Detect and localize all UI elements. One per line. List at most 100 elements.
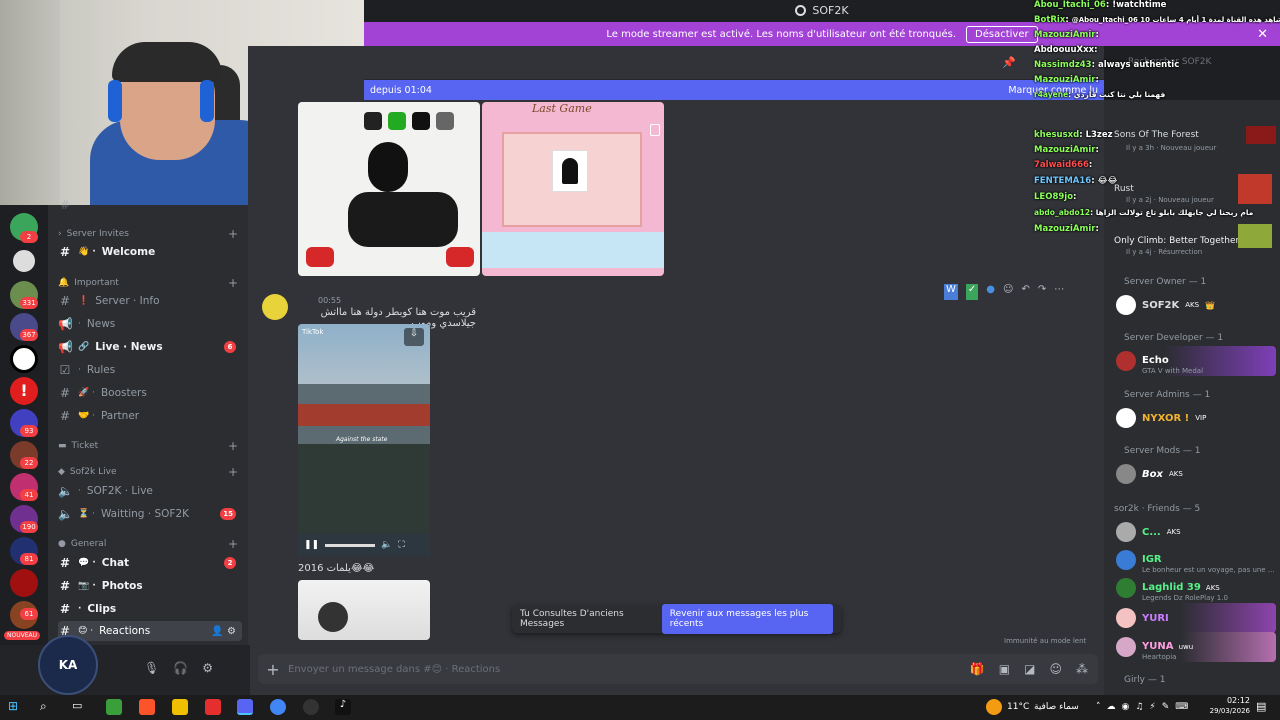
server-icon[interactable]: [10, 569, 38, 597]
voice-channel-sof2k-live[interactable]: 🔈 · SOF2K · Live: [58, 481, 242, 501]
member-item[interactable]: C... AKS: [1116, 517, 1276, 547]
clock-date[interactable]: 29/03/2026: [1196, 707, 1250, 715]
member-item[interactable]: Echo GTA V with Medal: [1116, 346, 1276, 376]
channel-photos[interactable]: # 📷 · Photos: [58, 576, 242, 596]
emoji-icon[interactable]: ☺: [1049, 662, 1062, 676]
category-server-invites[interactable]: › Server Invites +: [58, 227, 238, 241]
category-general[interactable]: ● General +: [58, 537, 238, 551]
add-reaction-icon[interactable]: ☺: [1003, 284, 1013, 300]
game-screenshot-image[interactable]: Last Game: [482, 102, 664, 276]
clock-time[interactable]: 02:12: [1212, 696, 1250, 705]
search-icon[interactable]: ⌕: [40, 699, 56, 715]
channel-server-info[interactable]: # ❗ Server · Info: [58, 291, 242, 311]
taskbar-app-icon[interactable]: [205, 699, 221, 715]
add-channel-icon[interactable]: +: [228, 439, 238, 453]
member-item[interactable]: YUNA uwu Heartopia: [1116, 632, 1276, 662]
avatar[interactable]: [262, 294, 288, 320]
disable-streamer-button[interactable]: Désactiver: [966, 25, 1038, 43]
new-messages-bar[interactable]: depuis 01:04 Marquer comme lu: [364, 80, 1104, 100]
channel-chat[interactable]: # 💬 · Chat 2: [58, 553, 242, 573]
message-input[interactable]: Envoyer un message dans #😊 · Reactions: [288, 664, 500, 675]
category-important[interactable]: 🔔 Important +: [58, 276, 238, 290]
gift-icon[interactable]: 🎁: [970, 662, 985, 676]
channel-rules[interactable]: ☑ · Rules: [58, 360, 242, 380]
member-item[interactable]: Laghlid 39 AKS Legends Dz RolePlay 1.0: [1116, 573, 1276, 603]
alert-server-icon[interactable]: !: [10, 377, 38, 405]
channel-header: 📌: [364, 46, 1104, 80]
chrome-icon[interactable]: [270, 699, 286, 715]
taskbar-app-icon[interactable]: [106, 699, 122, 715]
weather-temp[interactable]: 11°C: [1007, 702, 1029, 712]
add-channel-icon[interactable]: +: [228, 537, 238, 551]
more-icon[interactable]: ⋯: [1054, 284, 1064, 300]
user-avatar[interactable]: KA: [38, 635, 98, 695]
volume-icon[interactable]: 🔈: [381, 540, 392, 550]
channel-welcome[interactable]: # 👋 · Welcome: [58, 242, 242, 262]
check-reaction-icon[interactable]: ✓: [965, 284, 979, 300]
w-reaction-icon[interactable]: W: [944, 284, 958, 300]
tiktok-icon[interactable]: ♪: [335, 699, 351, 715]
weather-text: سماء صافية: [1034, 702, 1079, 712]
channel-live-news[interactable]: 📢 🔗 Live · News 6: [58, 337, 242, 357]
forward-icon[interactable]: ↷: [1038, 284, 1046, 300]
gear-icon[interactable]: ⚙: [227, 626, 236, 637]
channel-clips[interactable]: # · Clips: [58, 599, 242, 619]
phone-screenshot-image[interactable]: [298, 102, 480, 276]
category-sof2k-live[interactable]: ◆ Sof2k Live +: [58, 465, 238, 479]
system-tray-icons[interactable]: ˄☁◉♫⚡✎⌨: [1096, 702, 1194, 712]
file-explorer-icon[interactable]: [172, 699, 188, 715]
gif-icon[interactable]: ▣: [999, 662, 1010, 676]
add-channel-icon[interactable]: +: [228, 276, 238, 290]
member-item[interactable]: Box AKS: [1116, 459, 1276, 489]
microphone-icon[interactable]: 🎙: [144, 661, 159, 675]
member-group-header: sor2k · Friends — 5: [1114, 504, 1201, 514]
headset-icon[interactable]: 🎧: [173, 661, 188, 675]
new-badge: NOUVEAU: [4, 631, 40, 640]
member-item[interactable]: SOF2K AKS 👑: [1116, 290, 1276, 320]
add-attachment-icon[interactable]: +: [258, 660, 288, 679]
channel-boosters[interactable]: # 🚀 · Boosters: [58, 383, 242, 403]
message-composer[interactable]: + Envoyer un message dans #😊 · Reactions…: [258, 654, 1098, 684]
slowmode-immunity-note: Immunité au mode lent: [1004, 637, 1087, 645]
task-view-icon[interactable]: ▭: [72, 699, 88, 715]
server-icon[interactable]: [10, 345, 38, 373]
member-group-header: Server Mods — 1: [1124, 446, 1201, 456]
download-icon[interactable]: ⇩: [404, 328, 424, 346]
discord-icon[interactable]: [237, 699, 253, 715]
video-thumbnail[interactable]: [298, 580, 430, 640]
notification-icon[interactable]: ▤: [1256, 700, 1266, 713]
server-badge: 22: [20, 457, 38, 469]
obs-icon[interactable]: [303, 699, 319, 715]
category-ticket[interactable]: ▬ Ticket +: [58, 439, 238, 453]
pin-icon[interactable]: 📌: [1002, 56, 1016, 69]
text-channel-icon: #: [59, 579, 71, 593]
new-messages-since: depuis 01:04: [370, 84, 432, 96]
add-member-icon[interactable]: 👤: [211, 626, 223, 637]
jump-to-recent-button[interactable]: Revenir aux messages les plus récents: [661, 604, 833, 634]
add-channel-icon[interactable]: +: [228, 465, 238, 479]
apps-icon[interactable]: ⁂: [1076, 662, 1088, 676]
windows-start-icon[interactable]: ⊞: [8, 699, 24, 715]
streamer-banner-text: Le mode streamer est activé. Les noms d'…: [606, 28, 957, 40]
member-item[interactable]: IGR Le bonheur est un voyage, pas une ...: [1116, 545, 1276, 575]
voice-channel-waitting[interactable]: 🔈 ⏳ · Waitting · SOF2K 15: [58, 504, 242, 524]
tiktok-video[interactable]: TikTok Against the state ⇩ ❚❚ 🔈 ⛶: [298, 324, 430, 556]
verified-reaction-icon[interactable]: ●: [986, 284, 995, 300]
member-group-header: Server Owner — 1: [1124, 277, 1207, 287]
server-icon[interactable]: [10, 247, 38, 275]
member-item[interactable]: YURI: [1116, 603, 1276, 633]
add-channel-icon[interactable]: +: [228, 227, 238, 241]
brave-icon[interactable]: [139, 699, 155, 715]
speaker-icon: 🔈: [58, 507, 73, 521]
channel-news[interactable]: 📢 · News: [58, 314, 242, 334]
reply-icon[interactable]: ↶: [1021, 284, 1029, 300]
pause-icon[interactable]: ❚❚: [304, 540, 319, 550]
member-item[interactable]: NYXOR ! VIP: [1116, 403, 1276, 433]
sticker-icon[interactable]: ◪: [1024, 662, 1035, 676]
gear-icon[interactable]: ⚙: [202, 661, 213, 675]
volume-slider[interactable]: [325, 543, 376, 547]
channel-reactions[interactable]: # 😊 · Reactions 👤 ⚙: [58, 621, 242, 641]
channel-partner[interactable]: # 🤝 · Partner: [58, 406, 242, 426]
avatar: [1116, 522, 1136, 542]
fullscreen-icon[interactable]: ⛶: [398, 540, 404, 550]
